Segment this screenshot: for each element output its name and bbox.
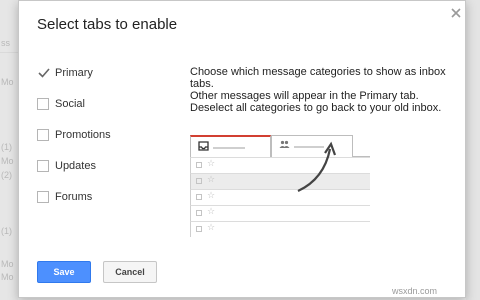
dialog-title: Select tabs to enable (37, 16, 178, 33)
background-text: Mo (1, 259, 14, 269)
background-scroll-area (466, 0, 480, 300)
category-primary[interactable]: Primary (37, 63, 177, 83)
background-text: ss (1, 38, 10, 48)
cancel-button[interactable]: Cancel (103, 261, 157, 283)
background-text: (1) (1, 142, 12, 152)
checkbox[interactable] (37, 191, 49, 203)
close-icon[interactable] (449, 6, 463, 20)
checkbox[interactable] (37, 98, 49, 110)
category-updates[interactable]: Updates (37, 156, 177, 176)
category-label: Social (55, 98, 85, 110)
category-label: Primary (55, 67, 93, 79)
watermark: wsxdn.com (392, 286, 438, 296)
save-button[interactable]: Save (37, 261, 91, 283)
checkbox[interactable] (37, 160, 49, 172)
category-forums[interactable]: Forums (37, 187, 177, 207)
description-note: Deselect all categories to go back to yo… (190, 102, 442, 114)
background-text: Mo (1, 77, 14, 87)
background-text: (2) (1, 170, 12, 180)
category-label: Updates (55, 160, 96, 172)
check-icon[interactable] (37, 67, 50, 79)
category-promotions[interactable]: Promotions (37, 125, 177, 145)
background-text: (1) (1, 226, 12, 236)
background-divider (0, 52, 18, 53)
select-tabs-dialog: Select tabs to enable Primary Social Pro… (18, 0, 466, 298)
description-text: Choose which message categories to show … (190, 66, 452, 102)
arrow-icon (297, 141, 337, 192)
checkbox[interactable] (37, 129, 49, 141)
category-label: Promotions (55, 129, 111, 141)
description-line: Other messages will appear in the Primar… (190, 90, 419, 102)
description-line: Choose which message categories to show … (190, 66, 446, 90)
inbox-preview: ☆ ☆ ☆ ☆ ☆ (190, 135, 370, 243)
category-social[interactable]: Social (37, 94, 177, 114)
category-label: Forums (55, 191, 93, 203)
background-text: Mo (1, 156, 14, 166)
background-text: Mo (1, 272, 14, 282)
